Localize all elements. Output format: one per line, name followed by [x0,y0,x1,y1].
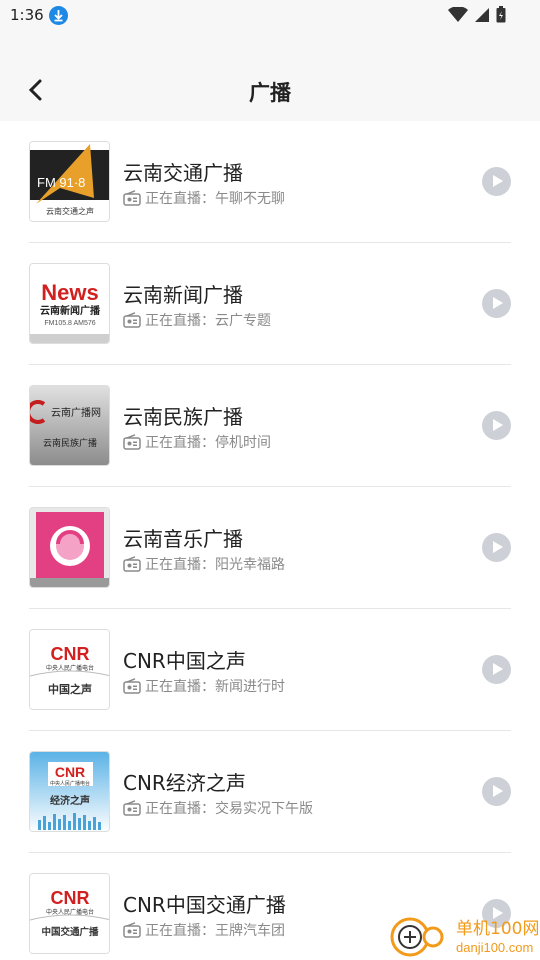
play-button[interactable] [482,655,511,684]
signal-icon [474,7,490,27]
svg-text:News: News [41,280,98,305]
program-name: 停机时间 [215,435,271,451]
live-prefix: 正在直播： [145,191,215,207]
program-name: 阳光幸福路 [215,557,285,573]
live-status: 正在直播： 新闻进行时 [123,676,285,696]
radio-icon [123,190,141,206]
play-button[interactable] [482,777,511,806]
status-time: 1:36 [10,6,44,24]
station-item[interactable]: FM 91·8 云南交通之声 云南交通广播 正在直播： 午聊不无聊 [0,121,540,243]
status-icons [448,5,506,27]
live-status: 正在直播： 交易实况下午版 [123,798,313,818]
radio-icon [123,312,141,328]
live-prefix: 正在直播： [145,435,215,451]
status-bar: 1:36 [0,0,540,32]
program-name: 王牌汽车团 [215,923,285,939]
radio-icon [123,678,141,694]
download-icon [49,6,68,25]
svg-text:CNR: CNR [51,644,90,664]
live-prefix: 正在直播： [145,801,215,817]
station-logo: 云南广播网 云南民族广播 [29,385,110,466]
radio-icon [123,556,141,572]
live-prefix: 正在直播： [145,313,215,329]
station-item[interactable]: CNR 中央人民广播电台 经济之声 CNR经济之声 正在直播： 交易实况下午版 [0,731,540,853]
play-button[interactable] [482,167,511,196]
station-item[interactable]: CNR 中央人民广播电台 中国之声 CNR中国之声 正在直播： 新闻进行时 [0,609,540,731]
radio-icon [123,800,141,816]
station-logo [29,507,110,588]
svg-text:云南新闻广播: 云南新闻广播 [40,304,101,317]
play-button[interactable] [482,411,511,440]
station-logo: CNR 中央人民广播电台 中国之声 [29,629,110,710]
station-item[interactable]: 云南音乐广播 正在直播： 阳光幸福路 [0,487,540,609]
station-logo: News 云南新闻广播 FM105.8 AM576 [29,263,110,344]
station-list: FM 91·8 云南交通之声 云南交通广播 正在直播： 午聊不无聊 News 云南… [0,121,540,960]
live-status: 正在直播： 停机时间 [123,432,271,452]
station-item[interactable]: 云南广播网 云南民族广播 云南民族广播 正在直播： 停机时间 [0,365,540,487]
station-name: 云南民族广播 [123,405,243,429]
station-item[interactable]: News 云南新闻广播 FM105.8 AM576 云南新闻广播 正在直播： 云广… [0,243,540,365]
live-status: 正在直播： 午聊不无聊 [123,188,285,208]
live-status: 正在直播： 王牌汽车团 [123,920,285,940]
station-name: 云南音乐广播 [123,527,243,551]
svg-text:经济之声: 经济之声 [50,794,90,807]
svg-text:中央人民广播电台: 中央人民广播电台 [50,780,90,787]
play-button[interactable] [482,289,511,318]
station-name: 云南交通广播 [123,161,243,185]
svg-text:云南民族广播: 云南民族广播 [43,437,97,449]
svg-text:云南交通之声: 云南交通之声 [46,206,94,216]
station-name: CNR中国之声 [123,649,246,673]
program-name: 交易实况下午版 [215,801,313,817]
live-status: 正在直播： 云广专题 [123,310,271,330]
svg-text:FM 91·8: FM 91·8 [37,175,85,190]
station-name: CNR中国交通广播 [123,893,286,917]
svg-text:CNR: CNR [55,764,85,780]
svg-text:FM105.8 AM576: FM105.8 AM576 [44,320,95,327]
station-name: 云南新闻广播 [123,283,243,307]
station-logo: FM 91·8 云南交通之声 [29,141,110,222]
radio-icon [123,922,141,938]
live-status: 正在直播： 阳光幸福路 [123,554,285,574]
live-prefix: 正在直播： [145,557,215,573]
live-prefix: 正在直播： [145,679,215,695]
svg-text:CNR: CNR [51,888,90,908]
program-name: 云广专题 [215,313,271,329]
station-logo: CNR 中央人民广播电台 经济之声 [29,751,110,832]
station-name: CNR经济之声 [123,771,246,795]
program-name: 新闻进行时 [215,679,285,695]
svg-text:中国之声: 中国之声 [48,682,92,696]
svg-text:中国交通广播: 中国交通广播 [41,926,99,938]
program-name: 午聊不无聊 [215,191,285,207]
svg-text:danji100.com: danji100.com [456,940,533,955]
station-logo: CNR 中央人民广播电台 中国交通广播 [29,873,110,954]
header: 广播 [0,32,540,121]
page-title: 广播 [249,81,291,105]
svg-text:云南广播网: 云南广播网 [51,406,101,419]
watermark: 单机100网 danji100.com [388,912,539,958]
play-button[interactable] [482,533,511,562]
wifi-icon [448,5,468,27]
radio-icon [123,434,141,450]
battery-icon [496,6,506,27]
live-prefix: 正在直播： [145,923,215,939]
svg-text:单机100网: 单机100网 [456,919,538,939]
